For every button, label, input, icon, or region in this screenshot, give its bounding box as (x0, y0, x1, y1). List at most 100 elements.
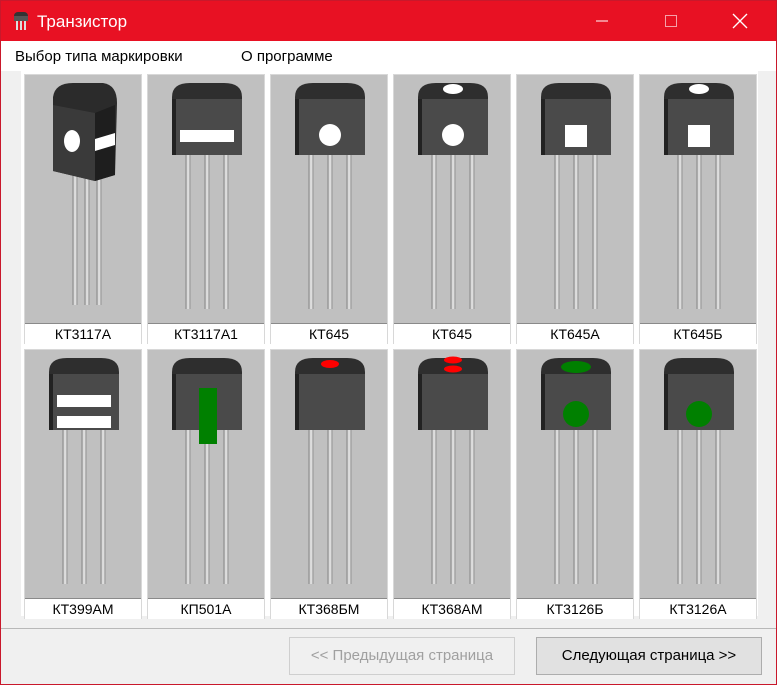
lead (554, 430, 560, 584)
transistor-card[interactable]: КТ399АМ (24, 349, 142, 619)
transistor-label: КТ368БМ (271, 598, 387, 619)
lead (62, 430, 68, 584)
transistor-image (541, 83, 611, 309)
lead (327, 155, 333, 309)
transistor-label: КТ3126Б (517, 598, 633, 619)
lead (592, 155, 598, 309)
lead (573, 155, 579, 309)
transistor-card[interactable]: КТ645А (516, 74, 634, 344)
transistor-label: КТ645 (394, 323, 510, 344)
marking (199, 388, 217, 444)
prev-page-button[interactable]: << Предыдущая страница (289, 637, 515, 675)
transistor-card[interactable]: КТ3126Б (516, 349, 634, 619)
app-window: Транзистор Выбор типа маркировки О прогр… (0, 0, 777, 685)
transistor-image (541, 358, 611, 584)
lead (450, 155, 456, 309)
minimize-button[interactable] (579, 1, 625, 41)
lead (554, 155, 560, 309)
lead (185, 430, 191, 584)
lead (573, 430, 579, 584)
lead (96, 173, 102, 305)
marking (64, 130, 80, 152)
marking (321, 360, 339, 368)
lead (431, 430, 437, 584)
transistor-label: КТ3117А (25, 323, 141, 344)
transistor-card[interactable]: КТ368БМ (270, 349, 388, 619)
transistor-card[interactable]: КТ645 (270, 74, 388, 344)
transistor-card[interactable]: КТ3117А (24, 74, 142, 344)
lead (223, 155, 229, 309)
lead (84, 173, 90, 305)
marking (689, 84, 709, 94)
marking (688, 125, 710, 147)
transistor-image (418, 83, 488, 309)
next-page-button[interactable]: Следующая страница >> (536, 637, 762, 675)
transistor-grid: КТ3117А КТ3117А1 КТ645 КТ645 КТ645А КТ645Б КТ3… (21, 71, 758, 619)
minimize-icon (596, 20, 608, 22)
transistor-label: КП501А (148, 598, 264, 619)
marking (563, 401, 589, 427)
lead (72, 173, 78, 305)
lead (308, 430, 314, 584)
transistor-image (295, 83, 365, 309)
close-button[interactable] (717, 1, 763, 41)
window-title: Транзистор (37, 12, 128, 31)
marking (442, 124, 464, 146)
transistor-card[interactable]: КП501А (147, 349, 265, 619)
transistor-card[interactable]: КТ3126А (639, 349, 757, 619)
marking (444, 365, 462, 373)
lead (346, 155, 352, 309)
lead (185, 155, 191, 309)
transistor-card[interactable]: КТ3117А1 (147, 74, 265, 344)
transistor-app-icon (14, 12, 28, 30)
maximize-button[interactable] (648, 1, 694, 41)
separator (1, 628, 776, 629)
marking (565, 125, 587, 147)
marking (561, 361, 591, 373)
transistor-card[interactable]: КТ645 (393, 74, 511, 344)
transistor-image (664, 83, 734, 309)
marking (686, 401, 712, 427)
transistor-image (49, 358, 119, 584)
lead (327, 430, 333, 584)
transistor-label: КТ399АМ (25, 598, 141, 619)
marking (443, 84, 463, 94)
lead (81, 430, 87, 584)
lead (346, 430, 352, 584)
lead (715, 430, 721, 584)
lead (431, 155, 437, 309)
transistor-label: КТ645 (271, 323, 387, 344)
menu-bar: Выбор типа маркировки О программе (1, 41, 776, 71)
menu-marking-type[interactable]: Выбор типа маркировки (15, 48, 183, 66)
lead (308, 155, 314, 309)
marking (444, 356, 462, 364)
transistor-image (418, 356, 488, 584)
lead (715, 155, 721, 309)
transistor-label: КТ368АМ (394, 598, 510, 619)
menu-about[interactable]: О программе (241, 48, 333, 66)
transistor-card[interactable]: КТ368АМ (393, 349, 511, 619)
lead (223, 430, 229, 584)
marking (57, 416, 111, 428)
transistor-card[interactable]: КТ645Б (639, 74, 757, 344)
lead (469, 155, 475, 309)
transistor-label: КТ3117А1 (148, 323, 264, 344)
close-icon (732, 13, 748, 29)
lead (677, 430, 683, 584)
title-bar[interactable]: Транзистор (1, 1, 776, 41)
lead (204, 155, 210, 309)
marking (319, 124, 341, 146)
transistor-image (172, 358, 242, 584)
transistor-image (53, 83, 117, 305)
transistor-label: КТ645Б (640, 323, 756, 344)
transistor-label: КТ3126А (640, 598, 756, 619)
maximize-icon (665, 15, 677, 27)
lead (450, 430, 456, 584)
transistor-label: КТ645А (517, 323, 633, 344)
marking (57, 395, 111, 407)
lead (592, 430, 598, 584)
lead (696, 155, 702, 309)
lead (204, 430, 210, 584)
lead (696, 430, 702, 584)
lead (100, 430, 106, 584)
